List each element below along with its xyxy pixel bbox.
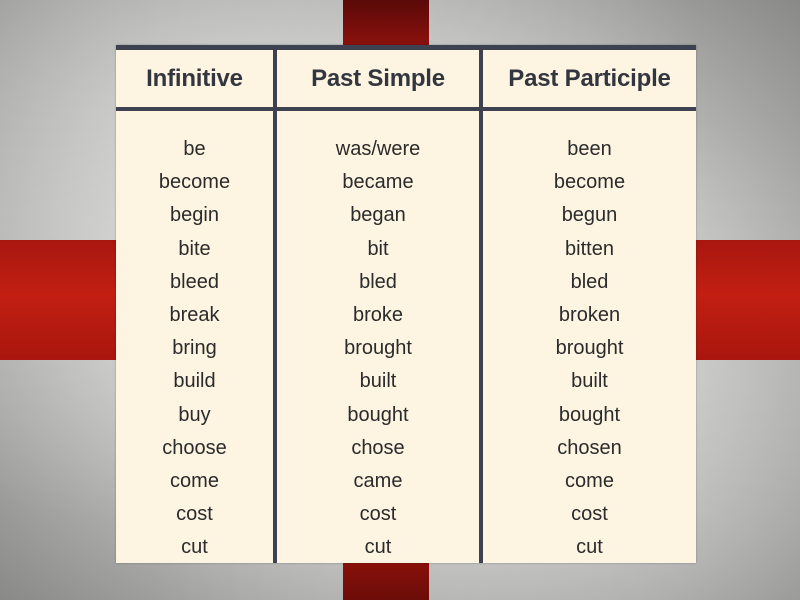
table-cell: chosen — [557, 436, 622, 459]
table-cell: built — [571, 370, 608, 393]
table-cell: built — [359, 370, 397, 393]
table-cell: broken — [558, 303, 621, 326]
column-infinitive: Infinitive be become begin bite bleed break br… — [116, 45, 273, 563]
column-cells: be become begin bite bleed break bring build buy… — [116, 133, 273, 564]
table-cell: buy — [178, 403, 211, 426]
table-cell: been — [567, 138, 612, 160]
table-cell: bled — [570, 270, 609, 293]
table-cell: break — [169, 303, 220, 326]
table-cell: bite — [178, 237, 211, 260]
table-cell: bring — [172, 337, 217, 360]
column-cells: was/were became began bit bled broke brought bu… — [277, 133, 479, 564]
table-cell: begun — [561, 204, 618, 227]
table-cell: bitten — [565, 237, 614, 260]
table-cell: become — [553, 171, 626, 194]
table-cell: came — [353, 469, 403, 492]
table-cell: broke — [352, 303, 404, 326]
table-cell: bleed — [170, 270, 219, 293]
irregular-verbs-table: Infinitive be become begin bite bleed break br… — [116, 45, 696, 563]
table-cell: become — [158, 171, 231, 194]
table-cell: cost — [571, 503, 608, 526]
column-header-past-simple: Past Simple — [311, 65, 445, 92]
column-past-simple: Past Simple was/were became began bit bled br… — [277, 45, 479, 563]
table-cell: began — [350, 204, 406, 227]
table-cell: come — [565, 469, 614, 492]
table-cell: bit — [367, 237, 389, 260]
table-cell: became — [342, 171, 414, 194]
table-cell: bought — [347, 403, 409, 426]
table-cell: cost — [176, 503, 213, 526]
table-cell: choose — [162, 436, 227, 459]
table-cell: be — [183, 138, 206, 160]
column-header-past-participle: Past Participle — [508, 65, 671, 92]
table-cell: cut — [181, 536, 208, 559]
table-cell: bled — [359, 270, 397, 293]
table-cell: come — [170, 469, 219, 492]
table-cell: chose — [351, 436, 405, 459]
column-cells: been become begun bitten bled broken brought bu… — [483, 133, 696, 564]
table-cell: cost — [359, 503, 397, 526]
table-cell: build — [173, 370, 216, 393]
column-past-participle: Past Participle been become begun bitten ble… — [483, 45, 696, 563]
table-cell: brought — [344, 337, 412, 360]
table-cell: brought — [555, 337, 624, 360]
table-cell: was/were — [335, 138, 421, 160]
column-header-infinitive: Infinitive — [146, 65, 243, 92]
table-cell: cut — [364, 536, 392, 559]
table-cell: cut — [576, 536, 603, 559]
table-cell: begin — [170, 204, 219, 227]
table-cell: bought — [558, 403, 621, 426]
